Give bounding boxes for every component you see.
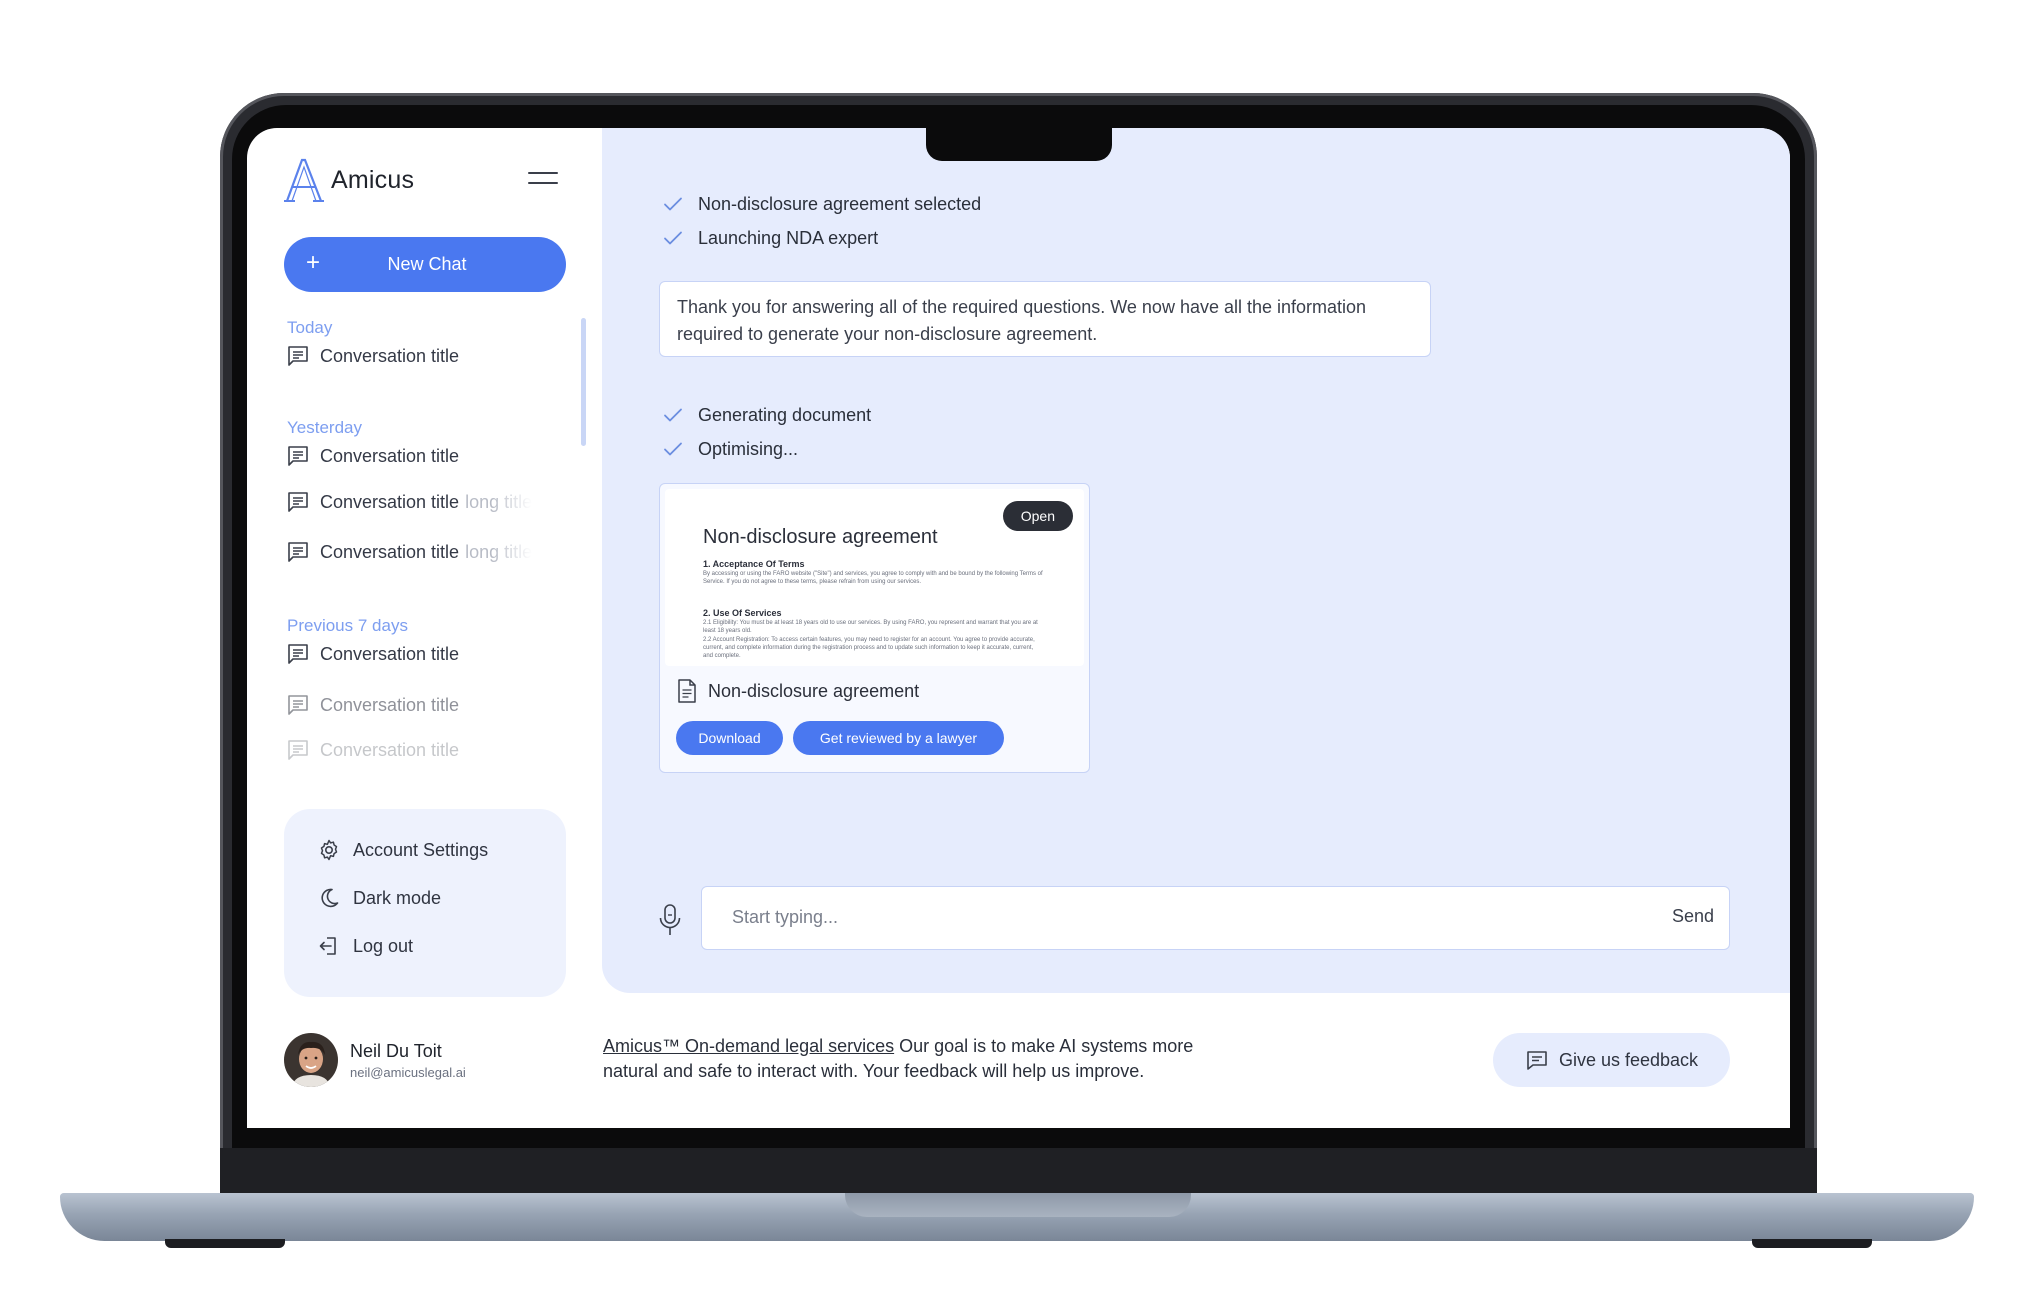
laptop-foot-left: [165, 1239, 285, 1248]
conversation-item[interactable]: Conversation title: [286, 341, 561, 371]
conversation-item[interactable]: Conversation title: [286, 441, 561, 471]
section-label-yesterday: Yesterday: [287, 418, 362, 437]
check-icon: [664, 197, 682, 211]
new-chat-label: New Chat: [387, 254, 467, 274]
document-name-label: Non-disclosure agreement: [708, 680, 920, 701]
amicus-services-link[interactable]: Amicus™ On-demand legal services: [603, 1036, 894, 1056]
document-icon: [678, 679, 696, 703]
conversation-title: Conversation title: [320, 445, 460, 466]
document-preview[interactable]: Non-disclosure agreement Open 1. Accepta…: [665, 489, 1084, 666]
conversation-item[interactable]: Conversation title: [286, 735, 561, 765]
document-card: Non-disclosure agreement Open 1. Accepta…: [659, 483, 1090, 773]
chat-icon: [288, 695, 308, 715]
give-feedback-label: Give us feedback: [1558, 1049, 1699, 1070]
dark-mode-label: Dark mode: [353, 887, 442, 908]
conversation-item[interactable]: Conversation title: [286, 690, 561, 720]
section-label-today: Today: [287, 318, 333, 337]
conversation-item[interactable]: Conversation title long title: [286, 537, 561, 567]
assistant-message: Thank you for answering all of the requi…: [659, 281, 1431, 357]
conversation-title: Conversation title: [320, 491, 460, 512]
screen: Amicus + New Chat Today Conversation tit…: [247, 128, 1790, 1128]
conversation-item[interactable]: Conversation title: [286, 639, 561, 669]
conversation-title: Conversation title: [320, 345, 460, 366]
check-icon: [664, 408, 682, 422]
give-feedback-button[interactable]: Give us feedback: [1493, 1033, 1730, 1087]
camera-notch: [926, 128, 1112, 161]
chat-icon: [288, 644, 308, 664]
conversation-title-overflow: long title: [465, 541, 533, 562]
user-email: neil@amicuslegal.ai: [350, 1064, 466, 1080]
moon-icon: [321, 888, 339, 908]
sidebar-scrollbar[interactable]: [581, 318, 586, 446]
status-line: Non-disclosure agreement selected: [662, 193, 981, 215]
chat-panel: Non-disclosure agreement selected Launch…: [602, 128, 1790, 993]
check-icon: [664, 231, 682, 245]
conversation-title: Conversation title: [320, 694, 460, 715]
download-button[interactable]: Download: [676, 721, 783, 755]
log-out-button[interactable]: Log out: [317, 934, 413, 958]
section-label-previous-7-days: Previous 7 days: [287, 616, 408, 635]
gear-icon: [320, 839, 338, 861]
conversation-title: Conversation title: [320, 739, 460, 760]
chat-icon: [288, 492, 308, 512]
message-input[interactable]: [732, 887, 1612, 948]
laptop-chin: [220, 1148, 1817, 1193]
send-button[interactable]: Send: [1672, 906, 1714, 927]
logout-icon: [319, 937, 336, 955]
conversation-title: Conversation title: [320, 541, 460, 562]
settings-panel: Account Settings Dark mode Log out: [284, 809, 566, 997]
feedback-icon: [1527, 1051, 1547, 1070]
chat-icon: [288, 542, 308, 562]
dark-mode-toggle[interactable]: Dark mode: [317, 886, 441, 910]
document-preview-title: Non-disclosure agreement: [703, 526, 938, 548]
microphone-icon[interactable]: [657, 903, 683, 937]
status-line: Generating document: [662, 404, 871, 426]
account-settings-label: Account Settings: [353, 839, 489, 860]
message-input-container: Send: [701, 886, 1730, 950]
amicus-logo-icon: [284, 158, 324, 202]
chat-icon: [288, 346, 308, 366]
document-section-text: 2.2 Account Registration: To access cert…: [703, 637, 1035, 659]
laptop-foot-right: [1752, 1239, 1872, 1248]
check-icon: [664, 442, 682, 456]
conversation-title-overflow: long title: [465, 491, 533, 512]
chat-icon: [288, 740, 308, 760]
user-name: Neil Du Toit: [350, 1040, 442, 1061]
app-name: Amicus: [331, 165, 415, 194]
conversation-title: Conversation title: [320, 643, 460, 664]
status-text: Non-disclosure agreement selected: [698, 193, 982, 214]
footer-disclaimer: Amicus™ On-demand legal services Our goa…: [603, 1034, 1243, 1084]
open-document-button[interactable]: Open: [1002, 501, 1073, 531]
plus-icon: +: [306, 249, 321, 276]
status-text: Generating document: [698, 404, 872, 425]
get-reviewed-button[interactable]: Get reviewed by a lawyer: [793, 721, 1004, 755]
user-profile[interactable]: Neil Du Toit neil@amicuslegal.ai: [284, 1033, 466, 1087]
document-section-text: 2.1 Eligibility: You must be at least 18…: [703, 620, 1038, 634]
avatar: [284, 1033, 338, 1087]
app-logo[interactable]: Amicus: [283, 158, 414, 202]
status-text: Optimising...: [698, 438, 799, 459]
conversation-item[interactable]: Conversation title long title: [286, 487, 561, 517]
status-line: Launching NDA expert: [662, 227, 878, 249]
chat-icon: [288, 446, 308, 466]
account-settings-button[interactable]: Account Settings: [317, 838, 488, 862]
hamburger-menu-icon[interactable]: [528, 170, 558, 188]
document-name: Non-disclosure agreement: [676, 679, 919, 703]
document-section-heading: 2. Use Of Services: [703, 608, 782, 618]
document-section-text: By accessing or using the FARO website (…: [703, 571, 1043, 585]
laptop-opening-notch: [845, 1193, 1191, 1217]
log-out-label: Log out: [353, 935, 414, 956]
status-line: Optimising...: [662, 438, 798, 460]
status-text: Launching NDA expert: [698, 227, 879, 248]
user-avatar-image: [284, 1033, 338, 1087]
new-chat-button[interactable]: + New Chat: [284, 237, 566, 292]
document-section-heading: 1. Acceptance Of Terms: [703, 559, 805, 569]
